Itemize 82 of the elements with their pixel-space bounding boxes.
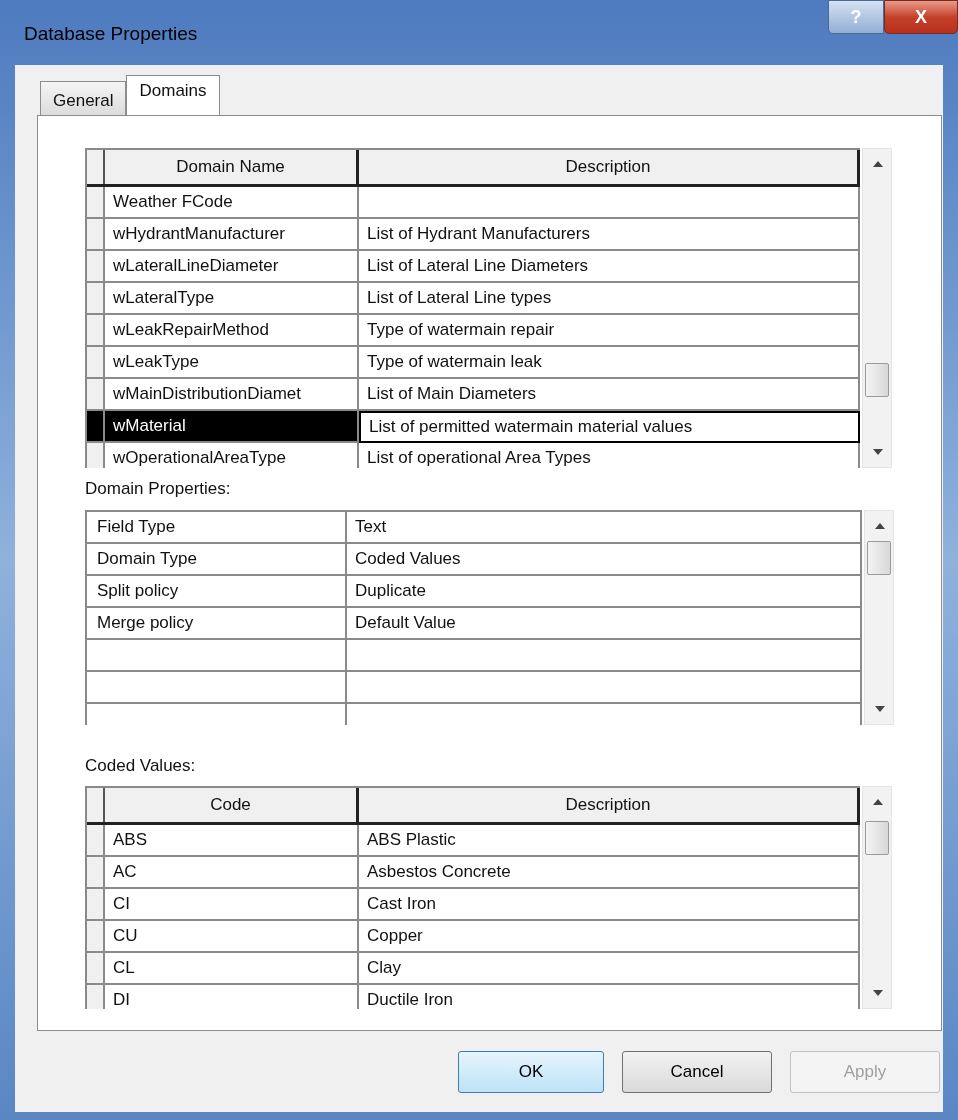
table-cell[interactable]: Copper [359, 921, 860, 953]
row-indicator[interactable] [87, 347, 105, 379]
table-cell[interactable]: List of permitted watermain material values [359, 411, 860, 443]
scroll-down-arrow-icon[interactable] [875, 705, 885, 712]
scroll-down-arrow-icon[interactable] [873, 449, 883, 455]
tab[interactable]: Domains [126, 75, 220, 115]
table-cell[interactable]: AC [105, 857, 359, 889]
table-cell[interactable]: ABS [105, 825, 359, 857]
scroll-bar[interactable] [864, 509, 894, 725]
table-cell[interactable]: List of Hydrant Manufacturers [359, 219, 860, 251]
table-cell[interactable]: Field Type [87, 511, 347, 544]
table-cell[interactable]: wMaterial [105, 411, 359, 443]
section-label: Domain Properties: [85, 478, 232, 500]
table-cell[interactable]: DI [105, 985, 359, 1009]
section-label: Coded Values: [85, 754, 197, 777]
row-indicator[interactable] [87, 857, 105, 889]
scroll-thumb[interactable] [865, 363, 889, 397]
window-title: Database Properties [24, 22, 198, 46]
scroll-up-arrow-icon[interactable] [873, 161, 883, 167]
table-cell[interactable]: Clay [359, 953, 860, 985]
header-corner [87, 150, 105, 184]
table-cell[interactable]: wHydrantManufacturer [105, 219, 359, 251]
table-cell[interactable]: Type of watermain repair [359, 315, 860, 347]
table-cell[interactable]: Asbestos Concrete [359, 857, 860, 889]
row-indicator[interactable] [87, 187, 105, 219]
row-indicator[interactable] [87, 443, 105, 468]
row-indicator[interactable] [87, 379, 105, 411]
table-cell[interactable]: CL [105, 953, 359, 985]
table-cell[interactable]: wLeakType [105, 347, 359, 379]
row-indicator[interactable] [87, 315, 105, 347]
row-indicator[interactable] [87, 985, 105, 1009]
table-cell[interactable]: Coded Values [347, 543, 862, 576]
table-cell[interactable]: wLateralType [105, 283, 359, 315]
column-header[interactable]: Code [105, 788, 359, 822]
row-indicator[interactable] [87, 251, 105, 283]
empty-cell[interactable] [87, 671, 347, 704]
row-indicator[interactable] [87, 283, 105, 315]
table-cell[interactable]: Merge policy [87, 607, 347, 640]
scroll-bar[interactable] [862, 148, 892, 468]
scroll-thumb[interactable] [865, 821, 889, 855]
table-cell[interactable]: wLateralLineDiameter [105, 251, 359, 283]
table-cell[interactable]: List of operational Area Types [359, 443, 860, 468]
table-cell[interactable]: wLeakRepairMethod [105, 315, 359, 347]
table-cell[interactable]: Text [347, 511, 862, 544]
table-cell[interactable]: List of Lateral Line types [359, 283, 860, 315]
table-cell[interactable]: List of Main Diameters [359, 379, 860, 411]
table-cell[interactable] [359, 187, 860, 219]
header-corner [87, 788, 105, 822]
table-cell[interactable]: Split policy [87, 575, 347, 608]
dialog-button[interactable]: Cancel [622, 1051, 772, 1093]
row-indicator[interactable] [87, 953, 105, 985]
table-cell[interactable]: List of Lateral Line Diameters [359, 251, 860, 283]
scroll-thumb[interactable] [867, 540, 891, 575]
table-cell[interactable]: Domain Type [87, 543, 347, 576]
column-header[interactable]: Description [359, 150, 860, 184]
empty-cell[interactable] [347, 639, 862, 672]
table-cell[interactable]: Weather FCode [105, 187, 359, 219]
scroll-down-arrow-icon[interactable] [873, 990, 883, 996]
row-indicator[interactable] [87, 921, 105, 953]
tab[interactable]: General [40, 81, 127, 115]
scroll-up-arrow-icon[interactable] [875, 522, 885, 529]
table-cell[interactable]: Duplicate [347, 575, 862, 608]
table-cell[interactable]: Type of watermain leak [359, 347, 860, 379]
row-indicator[interactable] [87, 219, 105, 251]
row-indicator[interactable] [87, 411, 105, 443]
table-cell[interactable]: Default Value [347, 607, 862, 640]
table-cell[interactable]: ABS Plastic [359, 825, 860, 857]
empty-cell[interactable] [347, 671, 862, 704]
table-cell[interactable]: CU [105, 921, 359, 953]
table-cell[interactable]: Cast Iron [359, 889, 860, 921]
scroll-up-arrow-icon[interactable] [873, 799, 883, 805]
table-cell[interactable]: Ductile Iron [359, 985, 860, 1009]
column-header[interactable]: Domain Name [105, 150, 359, 184]
dialog-button[interactable]: OK [458, 1051, 604, 1093]
table-cell[interactable]: wOperationalAreaType [105, 443, 359, 468]
table-cell[interactable]: CI [105, 889, 359, 921]
close-button[interactable]: X [884, 0, 958, 34]
row-indicator[interactable] [87, 825, 105, 857]
scroll-bar[interactable] [862, 786, 892, 1009]
row-indicator[interactable] [87, 889, 105, 921]
column-header[interactable]: Description [359, 788, 860, 822]
empty-cell[interactable] [87, 639, 347, 672]
